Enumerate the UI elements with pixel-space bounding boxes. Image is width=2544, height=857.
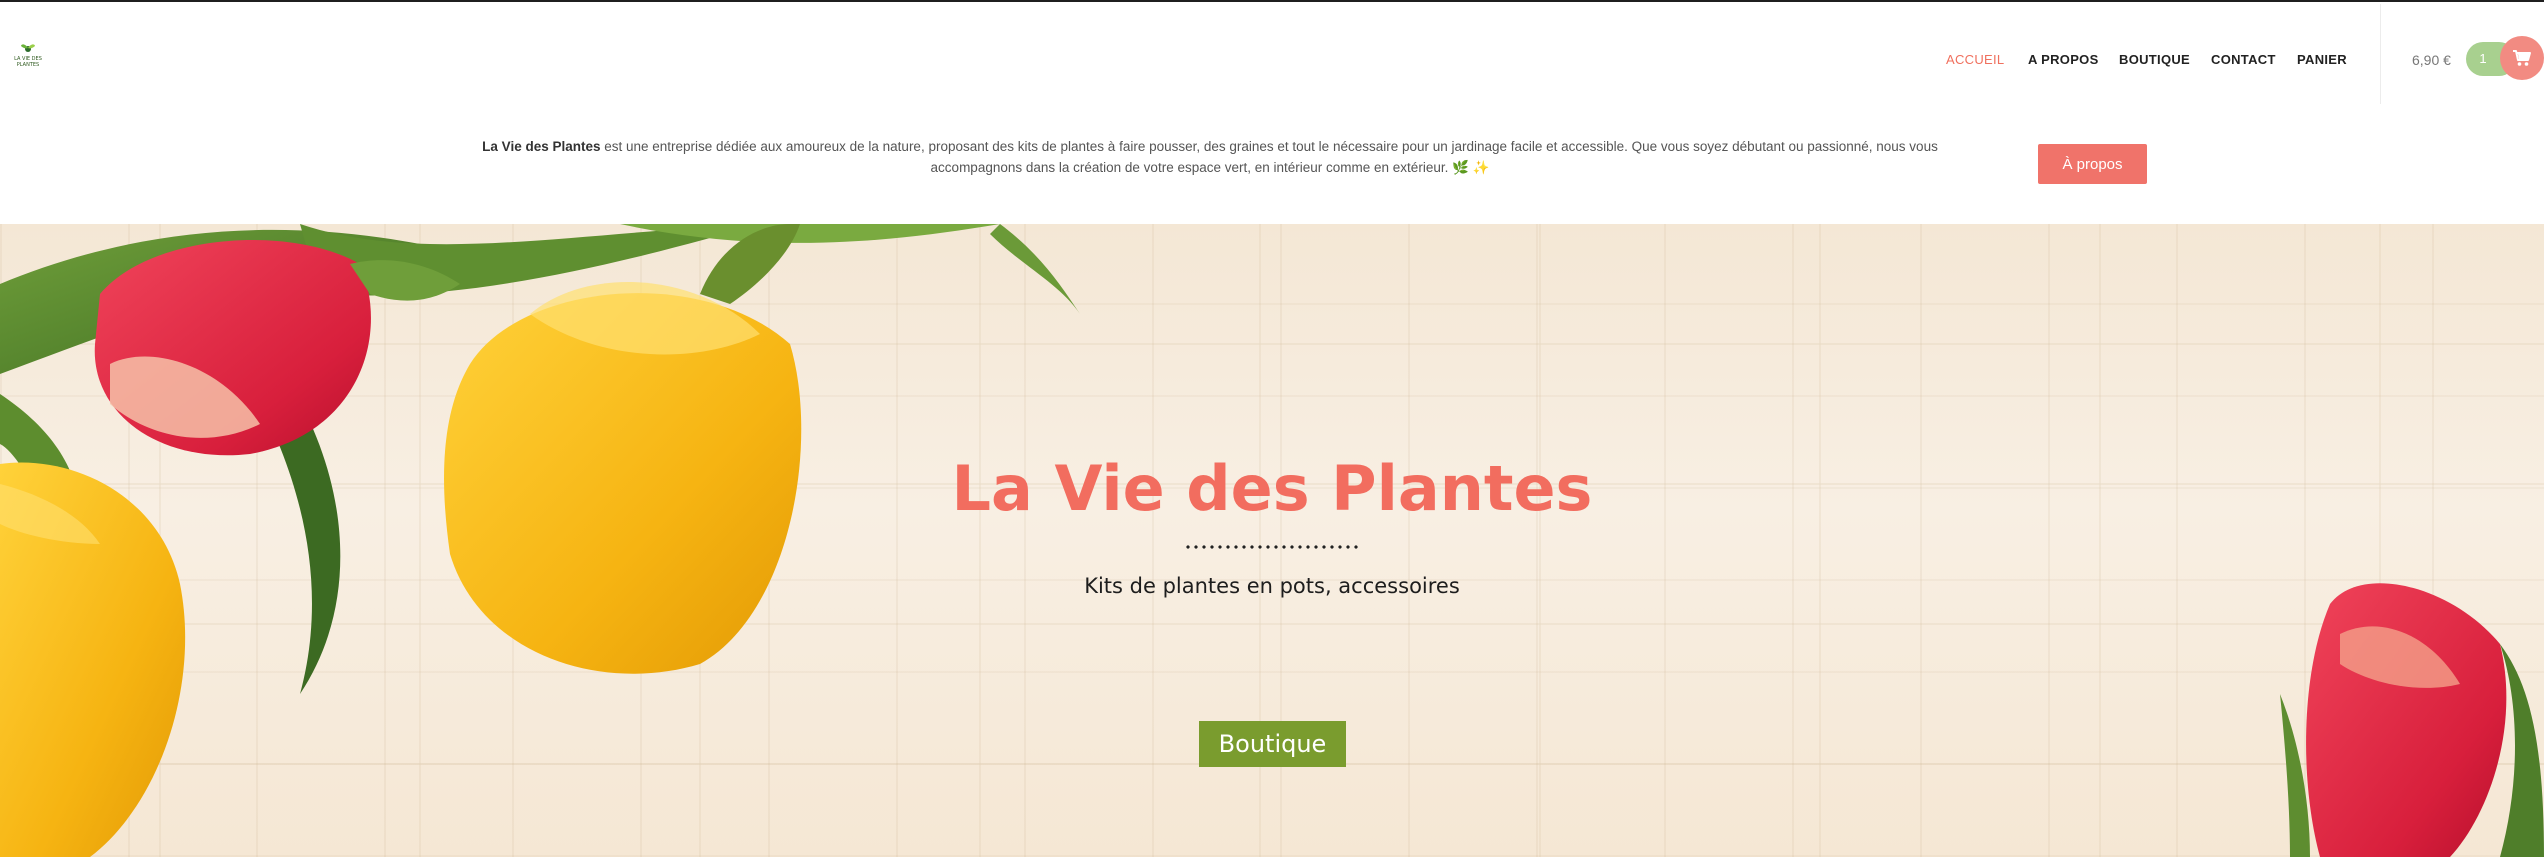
header-divider (2380, 4, 2381, 104)
cart-button[interactable] (2500, 36, 2544, 80)
about-button[interactable]: À propos (2038, 144, 2147, 184)
hero-title: La Vie des Plantes (951, 452, 1593, 525)
logo-text: LA VIE DES PLANTES (14, 56, 42, 68)
hero-section: La Vie des Plantes Kits de plantes en po… (0, 224, 2544, 857)
nav-boutique[interactable]: BOUTIQUE (2119, 52, 2190, 67)
nav-panier[interactable]: PANIER (2297, 52, 2347, 67)
cart-count[interactable]: 1 (2466, 51, 2500, 66)
nav-contact[interactable]: CONTACT (2211, 52, 2276, 67)
title-dotted-divider (1184, 544, 1360, 550)
nav-a-propos[interactable]: A PROPOS (2028, 52, 2099, 67)
hero-subtitle: Kits de plantes en pots, accessoires (1084, 574, 1460, 598)
announcement-bar: La Vie des Plantes est une entreprise dé… (0, 112, 2544, 224)
nav-accueil[interactable]: ACCUEIL (1946, 52, 2004, 67)
announcement-line-2: accompagnons dans la création de votre e… (930, 160, 1490, 175)
announcement-brand: La Vie des Plantes (482, 139, 601, 154)
site-header: LA VIE DES PLANTES ACCUEIL A PROPOS BOUT… (0, 2, 2544, 112)
leaf-logo-icon (21, 44, 35, 52)
announcement-text: La Vie des Plantes est une entreprise dé… (430, 136, 1990, 178)
announcement-line-1: est une entreprise dédiée aux amoureux d… (600, 139, 1938, 154)
shop-button[interactable]: Boutique (1199, 721, 1346, 767)
cart-icon (2513, 50, 2531, 66)
site-logo[interactable]: LA VIE DES PLANTES (12, 40, 44, 74)
cart-total[interactable]: 6,90 € (2412, 52, 2451, 68)
